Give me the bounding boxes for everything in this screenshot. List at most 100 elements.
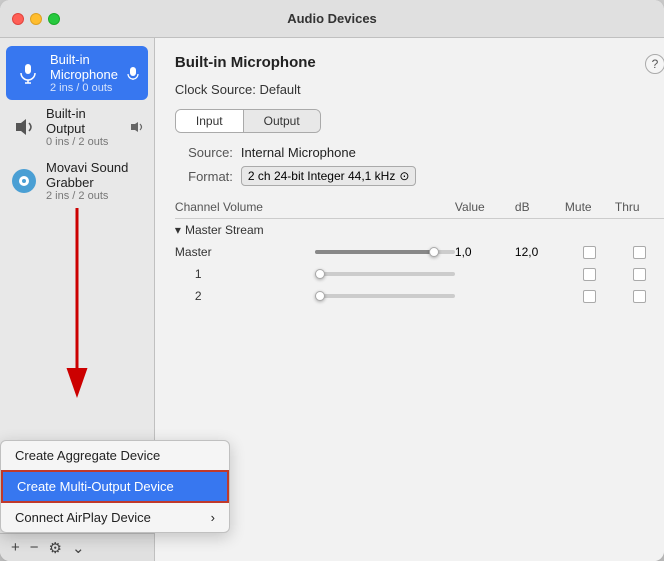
master-slider-fill <box>315 250 434 254</box>
master-thru-checkbox[interactable] <box>633 246 646 259</box>
airplay-submenu-arrow: › <box>211 510 215 525</box>
minimize-button[interactable] <box>30 13 42 25</box>
titlebar: Audio Devices <box>0 0 664 38</box>
main-content: Built-in Microphone 2 ins / 0 outs <box>0 38 664 561</box>
ch1-thru-cell <box>615 268 664 281</box>
device-name-mic: Built-in Microphone <box>50 52 118 82</box>
section-chevron-icon: ▾ <box>175 223 181 237</box>
col-channel-volume: Channel Volume <box>175 200 315 214</box>
ch1-slider-container[interactable] <box>315 272 455 276</box>
ch2-mute-cell <box>565 290 615 303</box>
sidebar: Built-in Microphone 2 ins / 0 outs <box>0 38 155 561</box>
table-row-ch1: 1 <box>175 263 664 285</box>
master-db: 12,0 <box>515 245 565 259</box>
dropdown-menu: Create Aggregate Device Create Multi-Out… <box>0 440 230 533</box>
format-label: Format: <box>175 169 233 184</box>
table-row-master: Master 1,0 12,0 <box>175 241 664 263</box>
format-value: 2 ch 24-bit Integer 44,1 kHz <box>248 169 395 183</box>
source-row: Source: Internal Microphone <box>175 145 664 160</box>
table-row-ch2: 2 <box>175 285 664 307</box>
detail-panel: Built-in Microphone ? Clock Source: Defa… <box>155 38 664 561</box>
ch2-slider-track[interactable] <box>315 294 455 298</box>
tabs: Input Output <box>175 109 321 133</box>
format-row: Format: 2 ch 24-bit Integer 44,1 kHz ⊙ <box>175 166 664 186</box>
device-info-output: Built-in Output 0 ins / 2 outs <box>46 106 122 148</box>
master-mute-cell <box>565 246 615 259</box>
menu-item-airplay[interactable]: Connect AirPlay Device › <box>1 503 229 532</box>
clock-source-value: Default <box>259 82 300 97</box>
sidebar-item-builtin-mic[interactable]: Built-in Microphone 2 ins / 0 outs <box>6 46 148 100</box>
output-speaker-icon <box>130 122 144 132</box>
ch2-thru-cell <box>615 290 664 303</box>
sidebar-bottom: Create Aggregate Device Create Multi-Out… <box>0 533 154 561</box>
section-header-master-stream: ▾ Master Stream <box>175 219 664 241</box>
format-chevron-icon: ⊙ <box>399 169 409 183</box>
master-value: 1,0 <box>455 245 515 259</box>
tab-input[interactable]: Input <box>176 110 244 132</box>
ch1-slider-track[interactable] <box>315 272 455 276</box>
menu-item-multi-output[interactable]: Create Multi-Output Device <box>1 470 229 503</box>
section-label-master-stream: Master Stream <box>185 223 264 237</box>
master-thru-cell <box>615 246 664 259</box>
detail-title: Built-in Microphone <box>175 54 316 71</box>
device-name-movavi: Movavi Sound Grabber <box>46 160 144 190</box>
master-slider-track[interactable] <box>315 250 455 254</box>
master-mute-checkbox[interactable] <box>583 246 596 259</box>
movavi-icon <box>10 167 38 195</box>
device-sub-movavi: 2 ins / 2 outs <box>46 190 144 202</box>
ch1-mute-checkbox[interactable] <box>583 268 596 281</box>
audio-devices-window: Audio Devices Built-in <box>0 0 664 561</box>
col-mute: Mute <box>565 200 615 214</box>
fullscreen-button[interactable] <box>48 13 60 25</box>
mic-status-icon <box>126 66 140 80</box>
clock-source-row: Clock Source: Default <box>175 82 664 97</box>
ch2-slider-container[interactable] <box>315 294 455 298</box>
col-thru: Thru <box>615 200 664 214</box>
mic-icon <box>14 59 42 87</box>
master-slider-thumb[interactable] <box>429 247 439 257</box>
master-slider-container[interactable] <box>315 250 455 254</box>
menu-item-aggregate[interactable]: Create Aggregate Device <box>1 441 229 470</box>
add-device-button[interactable]: + <box>8 539 23 556</box>
table-header: Channel Volume Value dB Mute Thru <box>175 196 664 219</box>
ch1-slider-thumb[interactable] <box>315 269 325 279</box>
row-label-master: Master <box>175 245 315 259</box>
device-name-output: Built-in Output <box>46 106 122 136</box>
remove-device-button[interactable]: − <box>27 539 42 556</box>
source-label: Source: <box>175 145 233 160</box>
ch1-thru-checkbox[interactable] <box>633 268 646 281</box>
device-sub-mic: 2 ins / 0 outs <box>50 82 118 94</box>
sidebar-item-movavi[interactable]: Movavi Sound Grabber 2 ins / 2 outs <box>0 154 154 208</box>
ch2-thru-checkbox[interactable] <box>633 290 646 303</box>
col-slider <box>315 200 455 214</box>
tab-output[interactable]: Output <box>244 110 320 132</box>
format-select[interactable]: 2 ch 24-bit Integer 44,1 kHz ⊙ <box>241 166 416 186</box>
device-action-icons <box>126 66 140 80</box>
detail-header: Built-in Microphone ? <box>175 54 664 74</box>
device-info-mic: Built-in Microphone 2 ins / 0 outs <box>50 52 118 94</box>
dropdown-button[interactable]: ⌄ <box>69 539 88 557</box>
channel-table: Channel Volume Value dB Mute Thru ▾ Mast… <box>175 196 664 545</box>
clock-source-label: Clock Source: <box>175 82 256 97</box>
device-sub-output: 0 ins / 2 outs <box>46 136 122 148</box>
ch2-mute-checkbox[interactable] <box>583 290 596 303</box>
row-label-ch2: 2 <box>175 289 315 303</box>
down-arrow-icon <box>57 208 97 408</box>
row-label-ch1: 1 <box>175 267 315 281</box>
window-title: Audio Devices <box>287 11 377 26</box>
traffic-lights <box>12 13 60 25</box>
ch1-mute-cell <box>565 268 615 281</box>
help-button[interactable]: ? <box>645 54 664 74</box>
arrow-annotation <box>0 208 154 438</box>
speaker-icon <box>10 113 38 141</box>
sidebar-item-builtin-output[interactable]: Built-in Output 0 ins / 2 outs <box>0 100 154 154</box>
device-info-movavi: Movavi Sound Grabber 2 ins / 2 outs <box>46 160 144 202</box>
output-action-icons <box>130 122 144 132</box>
col-db: dB <box>515 200 565 214</box>
close-button[interactable] <box>12 13 24 25</box>
col-value: Value <box>455 200 515 214</box>
ch2-slider-thumb[interactable] <box>315 291 325 301</box>
sidebar-toolbar: + − ⚙ ⌄ <box>0 533 154 561</box>
source-value: Internal Microphone <box>241 145 356 160</box>
settings-button[interactable]: ⚙ <box>46 539 65 557</box>
